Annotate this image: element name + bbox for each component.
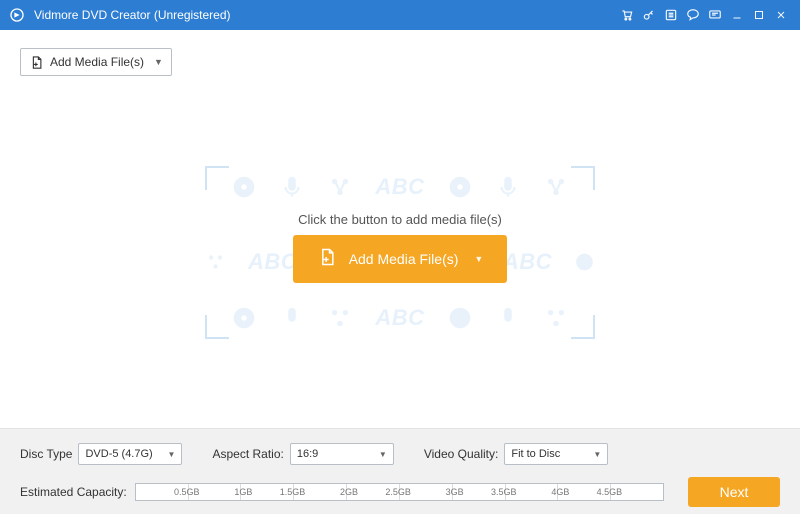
corner-frame [205, 315, 229, 339]
watermark-row: ABC [205, 297, 595, 339]
minimize-icon[interactable] [726, 4, 748, 26]
file-add-icon [317, 247, 337, 270]
toolbar: Add Media File(s) ▼ [0, 30, 800, 76]
disc-type-select[interactable]: DVD-5 (4.7G) ▼ [78, 443, 182, 465]
video-quality-value: Fit to Disc [511, 448, 593, 460]
watermark-text: ABC [248, 249, 297, 275]
footer-row-2: Estimated Capacity: 0.5GB1GB1.5GB2GB2.5G… [20, 477, 780, 507]
corner-frame [205, 166, 229, 190]
add-media-button-large-label: Add Media File(s) [349, 251, 459, 267]
watermark-text: ABC [375, 174, 424, 200]
chevron-down-icon: ▼ [154, 57, 163, 67]
footer: Disc Type DVD-5 (4.7G) ▼ Aspect Ratio: 1… [0, 428, 800, 514]
cart-icon[interactable] [616, 4, 638, 26]
feedback-icon[interactable] [704, 4, 726, 26]
watermark-row: ABC [205, 166, 595, 208]
aspect-ratio-label: Aspect Ratio: [212, 447, 283, 461]
watermark-text: ABC [503, 249, 552, 275]
file-add-icon [29, 55, 44, 70]
work-area: ABC Click the button to add media file(s… [0, 76, 800, 428]
chevron-down-icon: ▼ [593, 450, 601, 459]
video-quality-select[interactable]: Fit to Disc ▼ [504, 443, 608, 465]
aspect-ratio-select[interactable]: 16:9 ▼ [290, 443, 394, 465]
titlebar: Vidmore DVD Creator (Unregistered) [0, 0, 800, 30]
app-logo-icon [8, 6, 26, 24]
add-media-button-small-label: Add Media File(s) [50, 55, 144, 69]
dropzone-hint: Click the button to add media file(s) [205, 212, 595, 227]
dropzone[interactable]: ABC Click the button to add media file(s… [205, 166, 595, 339]
chevron-down-icon: ▼ [474, 254, 483, 264]
capacity-label: Estimated Capacity: [20, 485, 127, 499]
corner-frame [571, 166, 595, 190]
next-button[interactable]: Next [688, 477, 780, 507]
corner-frame [571, 315, 595, 339]
chevron-down-icon: ▼ [379, 450, 387, 459]
aspect-ratio-value: 16:9 [297, 448, 379, 460]
close-icon[interactable] [770, 4, 792, 26]
disc-type-label: Disc Type [20, 447, 72, 461]
settings-row: Disc Type DVD-5 (4.7G) ▼ Aspect Ratio: 1… [20, 443, 780, 465]
capacity-bar: 0.5GB1GB1.5GB2GB2.5GB3GB3.5GB4GB4.5GB [135, 483, 664, 501]
maximize-icon[interactable] [748, 4, 770, 26]
watermark-text: ABC [375, 305, 424, 331]
add-media-button-large[interactable]: Add Media File(s) ▼ [293, 235, 508, 283]
next-button-label: Next [720, 484, 749, 500]
key-icon[interactable] [638, 4, 660, 26]
app-title: Vidmore DVD Creator (Unregistered) [34, 8, 231, 22]
menu-icon[interactable] [660, 4, 682, 26]
help-icon[interactable] [682, 4, 704, 26]
chevron-down-icon: ▼ [168, 450, 176, 459]
add-media-button-small[interactable]: Add Media File(s) ▼ [20, 48, 172, 76]
disc-type-value: DVD-5 (4.7G) [85, 448, 167, 460]
video-quality-label: Video Quality: [424, 447, 499, 461]
